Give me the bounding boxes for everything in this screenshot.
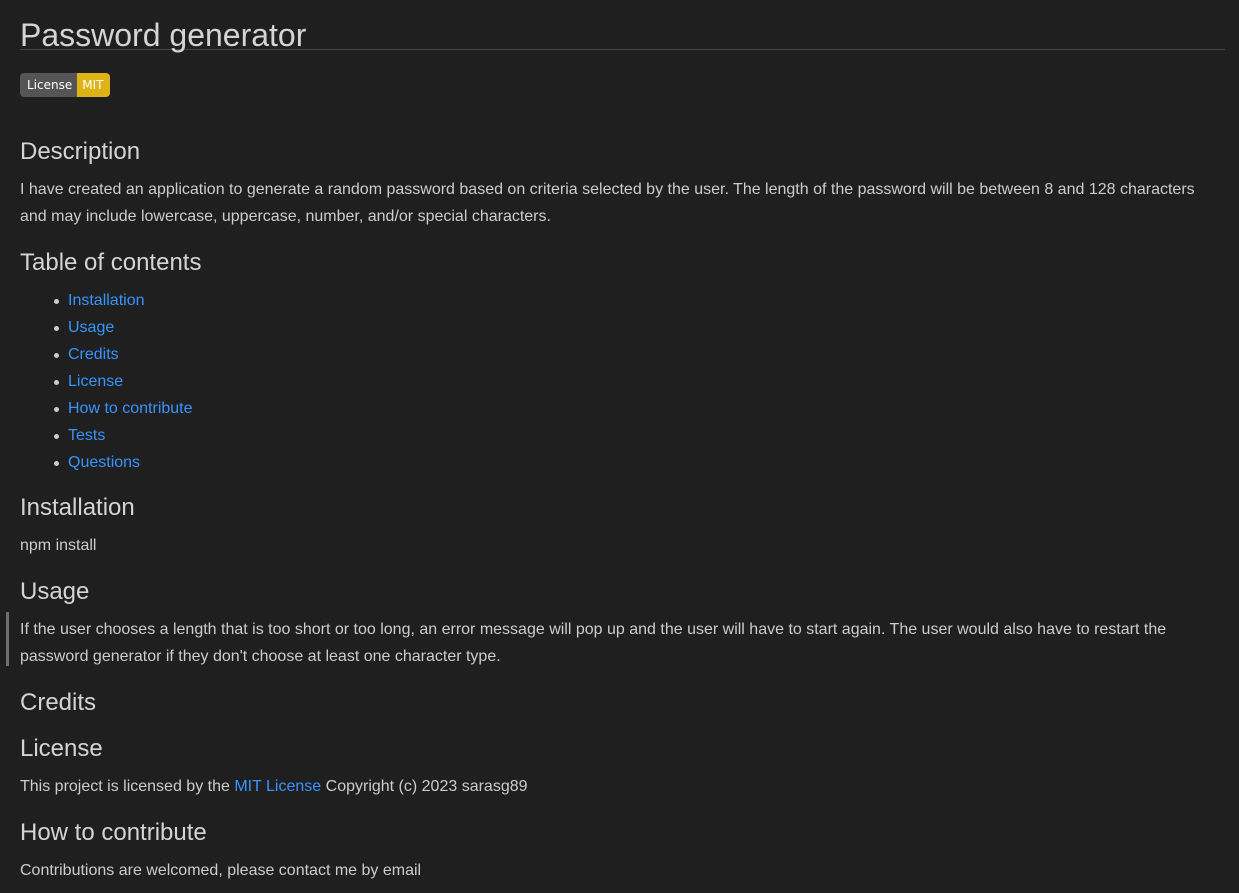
credits-section: Credits (20, 687, 1225, 719)
description-section: Description I have created an applicatio… (20, 136, 1225, 230)
license-text: This project is licensed by the MIT Lice… (20, 773, 1225, 800)
usage-section: Usage If the user chooses a length that … (6, 576, 1225, 670)
toc-item-credits: Credits (54, 341, 1225, 368)
contribute-section: How to contribute Contributions are welc… (20, 817, 1225, 884)
toc-link-questions[interactable]: Questions (68, 454, 140, 471)
license-heading: License (20, 735, 103, 762)
toc-link-tests[interactable]: Tests (68, 427, 105, 444)
license-text-after: Copyright (c) 2023 sarasg89 (321, 778, 528, 795)
license-badge-label: License (20, 73, 78, 97)
toc-item-contribute: How to contribute (54, 395, 1225, 422)
toc-link-installation[interactable]: Installation (68, 292, 145, 309)
toc-item-usage: Usage (54, 314, 1225, 341)
readme-preview: Password generator License MIT Descripti… (0, 0, 1239, 893)
license-badge-value: MIT (77, 73, 111, 97)
title-section: Password generator (20, 0, 1225, 53)
toc-item-tests: Tests (54, 422, 1225, 449)
toc-item-questions: Questions (54, 449, 1225, 476)
usage-text: If the user chooses a length that is too… (20, 621, 1167, 665)
toc-item-license: License (54, 368, 1225, 395)
page-title: Password generator (20, 17, 307, 53)
description-text: I have created an application to generat… (20, 181, 1195, 225)
contribute-text: Contributions are welcomed, please conta… (20, 862, 422, 879)
toc-link-credits[interactable]: Credits (68, 346, 119, 363)
license-section: License This project is licensed by the … (20, 733, 1225, 800)
mit-license-link[interactable]: MIT License (234, 778, 321, 795)
toc-heading: Table of contents (20, 249, 202, 276)
toc-link-usage[interactable]: Usage (68, 319, 114, 336)
blockquote-bar (6, 612, 9, 666)
toc-section: Table of contents Installation Usage Cre… (20, 247, 1225, 476)
toc-link-contribute[interactable]: How to contribute (68, 400, 193, 417)
license-text-before: This project is licensed by the (20, 778, 235, 795)
contribute-heading: How to contribute (20, 819, 207, 846)
installation-heading: Installation (20, 494, 135, 521)
credits-heading: Credits (20, 689, 97, 716)
toc-link-license[interactable]: License (68, 373, 123, 390)
usage-blockquote: If the user chooses a length that is too… (6, 612, 1225, 670)
installation-text: npm install (20, 537, 97, 554)
description-heading: Description (20, 138, 141, 165)
license-badge: License MIT (20, 73, 111, 97)
usage-heading: Usage (20, 578, 90, 605)
installation-section: Installation npm install (20, 492, 1225, 559)
toc-list: Installation Usage Credits License How t… (20, 287, 1225, 476)
toc-item-installation: Installation (54, 287, 1225, 314)
